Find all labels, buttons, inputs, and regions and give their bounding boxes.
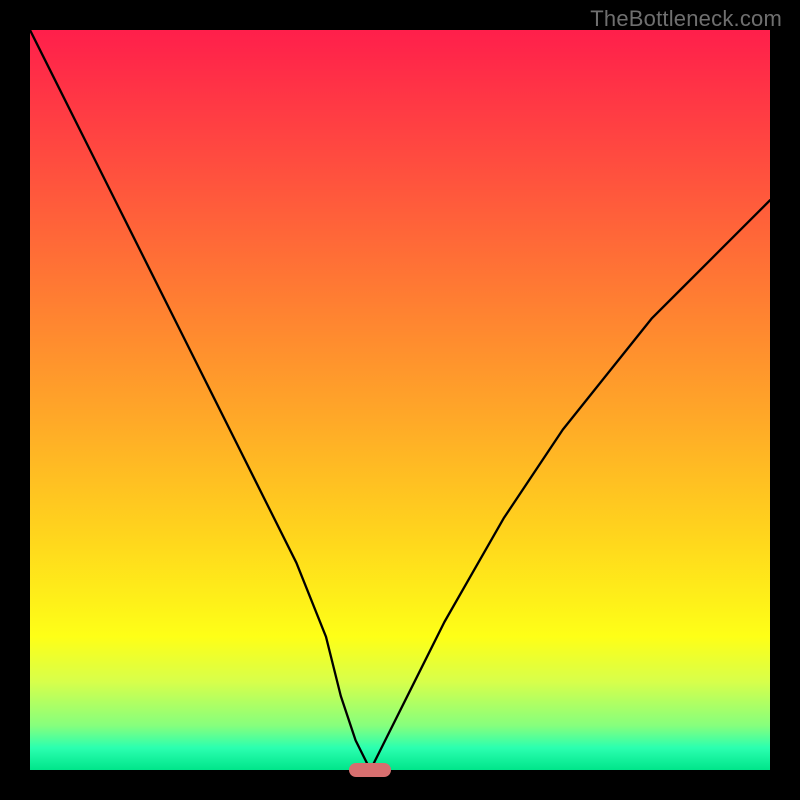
bottleneck-curve-path: [30, 30, 770, 770]
curve-svg: [30, 30, 770, 770]
chart-frame: TheBottleneck.com: [0, 0, 800, 800]
minimum-marker: [349, 763, 391, 777]
plot-area: [30, 30, 770, 770]
watermark-text: TheBottleneck.com: [590, 6, 782, 32]
